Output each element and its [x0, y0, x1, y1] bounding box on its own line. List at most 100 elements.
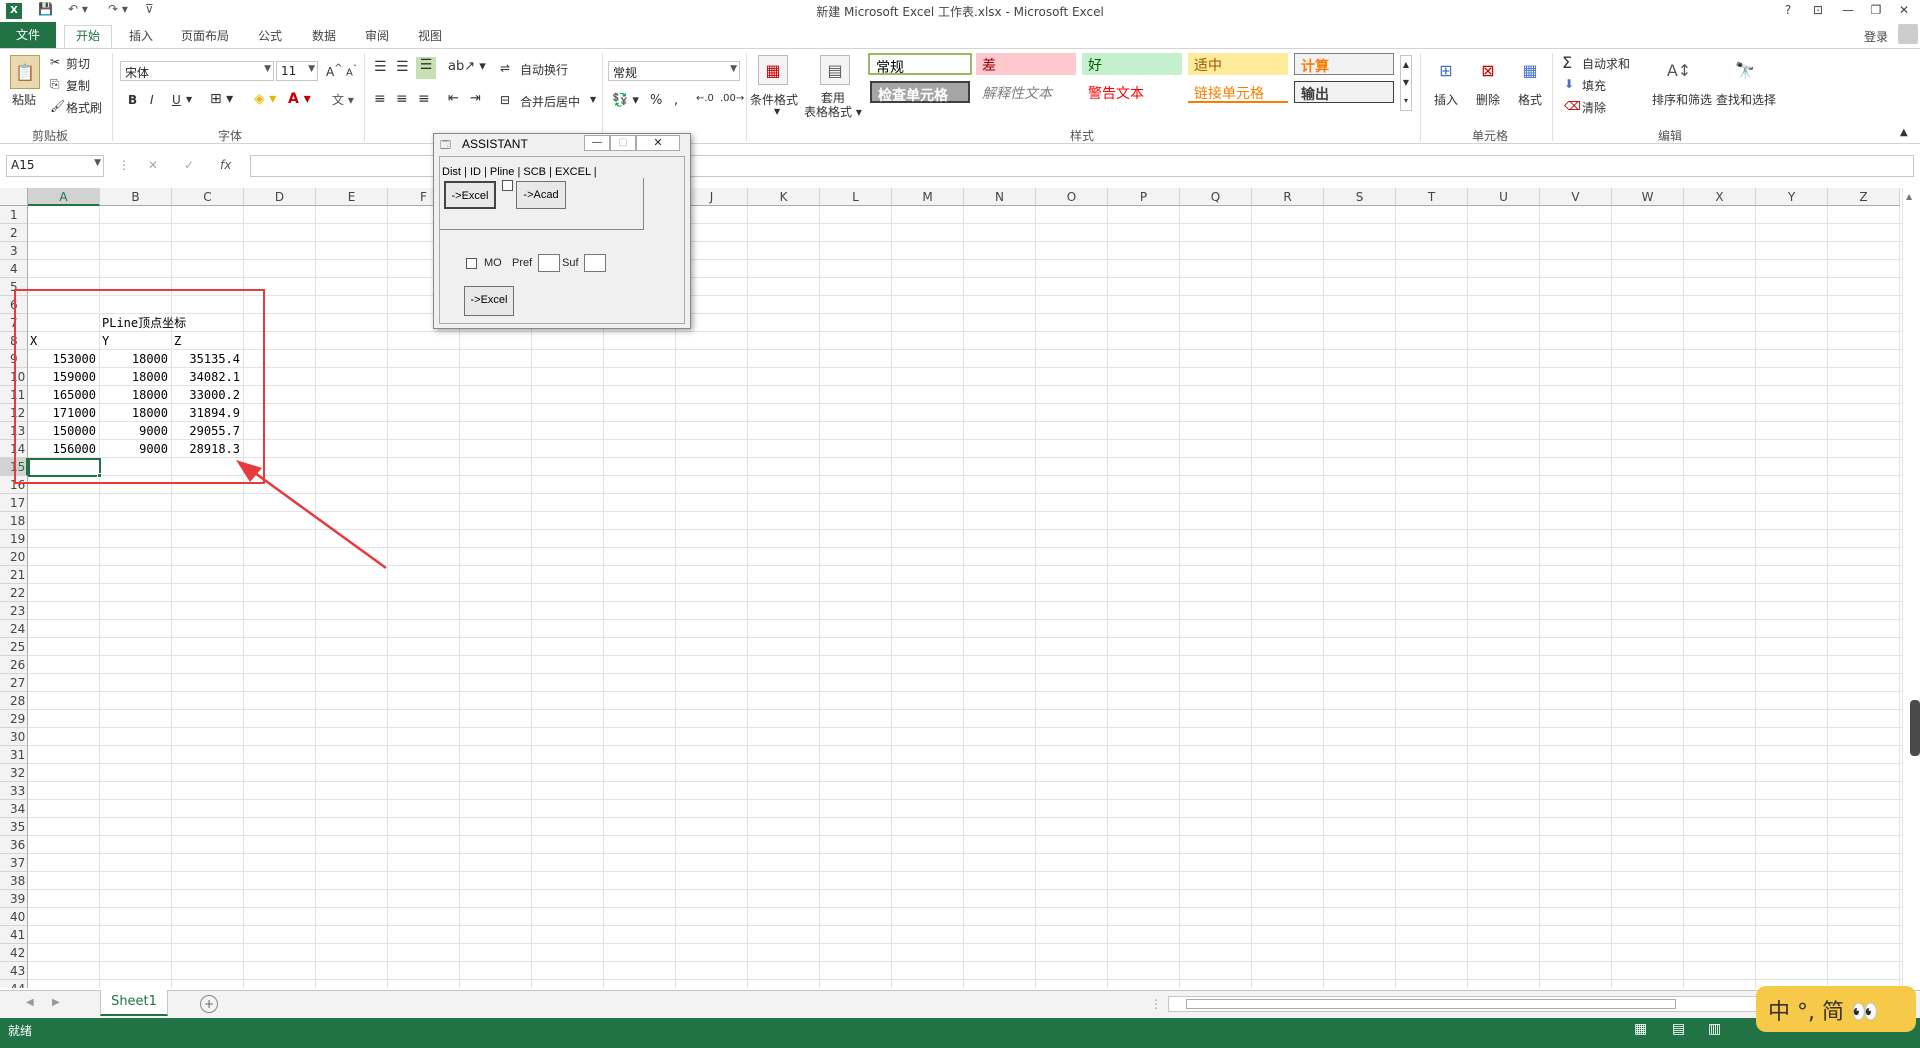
increase-decimal-icon[interactable]: ←.0 [696, 93, 714, 104]
styles-scroll-icon[interactable]: ▲ ▼ ▾ [1400, 55, 1412, 111]
tab-sheet1[interactable]: Sheet1 [100, 990, 168, 1016]
column-header[interactable]: V [1540, 188, 1612, 206]
align-bottom-icon[interactable]: ☰ [416, 57, 436, 79]
row-header[interactable]: 26 [0, 656, 28, 674]
enter-icon[interactable]: ✓ [184, 158, 194, 172]
column-header[interactable]: M [892, 188, 964, 206]
row-header[interactable]: 42 [0, 944, 28, 962]
autosum-icon[interactable]: Σ [1562, 53, 1572, 72]
row-header[interactable]: 43 [0, 962, 28, 980]
restore-button[interactable]: ❐ [1862, 0, 1890, 22]
column-header[interactable]: L [820, 188, 892, 206]
row-header[interactable]: 34 [0, 800, 28, 818]
row-header[interactable]: 3 [0, 242, 28, 260]
row-header[interactable]: 24 [0, 620, 28, 638]
column-header[interactable]: K [748, 188, 820, 206]
page-layout-view-icon[interactable]: ▤ [1672, 1021, 1685, 1037]
row-header[interactable]: 22 [0, 584, 28, 602]
dialog-maximize-button[interactable]: ▢ [610, 135, 636, 151]
format-painter-icon[interactable]: 🖌 [50, 99, 65, 113]
chevron-down-icon[interactable]: ▼ [774, 107, 780, 116]
format-as-table-icon[interactable]: ▤ [820, 55, 850, 85]
row-header[interactable]: 30 [0, 728, 28, 746]
column-header[interactable]: U [1468, 188, 1540, 206]
conditional-format-icon[interactable]: ▦ [758, 55, 788, 85]
column-header[interactable]: X [1684, 188, 1756, 206]
delete-cells-icon[interactable]: ⊠ [1474, 55, 1502, 85]
tab-view[interactable]: 视图 [408, 26, 452, 46]
scroll-up-icon[interactable]: ▲ [1906, 192, 1912, 201]
decrease-decimal-icon[interactable]: .00→ [720, 93, 744, 104]
vertical-scrollbar[interactable] [1902, 188, 1920, 988]
comma-button[interactable]: , [674, 93, 678, 108]
scissors-icon[interactable]: ✂ [50, 55, 60, 69]
dialog-close-button[interactable]: ✕ [636, 135, 680, 151]
underline-button[interactable]: U [172, 93, 181, 107]
tab-data[interactable]: 数据 [302, 26, 346, 46]
style-calculation[interactable]: 计算 [1294, 53, 1394, 75]
row-header[interactable]: 40 [0, 908, 28, 926]
row-header[interactable]: 39 [0, 890, 28, 908]
excel-to-excel-button[interactable]: ->Excel [464, 286, 514, 316]
style-output[interactable]: 输出 [1294, 81, 1394, 103]
find-select-button[interactable]: 查找和选择 [1716, 91, 1776, 108]
worksheet-grid[interactable]: ABCDEFGHIJKLMNOPQRSTUVWXYZ 1234567891011… [0, 188, 1920, 988]
merge-center-icon[interactable]: ⊟ [500, 93, 510, 107]
row-header[interactable]: 1 [0, 206, 28, 224]
add-sheet-icon[interactable]: + [200, 995, 218, 1013]
dialog-tab-id[interactable]: ID [470, 166, 481, 178]
align-right-icon[interactable]: ≡ [418, 91, 430, 107]
dialog-tab-excel[interactable]: EXCEL [555, 166, 591, 178]
row-header[interactable]: 37 [0, 854, 28, 872]
row-header[interactable]: 2 [0, 224, 28, 242]
column-header[interactable]: R [1252, 188, 1324, 206]
normal-view-icon[interactable]: ▦ [1634, 1021, 1647, 1037]
grow-font-icon[interactable]: A^ [326, 63, 343, 79]
style-check-cell[interactable]: 检查单元格 [870, 81, 970, 104]
column-header[interactable]: T [1396, 188, 1468, 206]
format-as-table-button[interactable]: 套用 表格格式 ▾ [804, 91, 862, 119]
conditional-format-button[interactable]: 条件格式 [750, 91, 798, 108]
align-top-icon[interactable]: ☰ [374, 59, 387, 75]
name-box[interactable]: A15 ▼ [6, 155, 104, 177]
style-bad[interactable]: 差 [976, 53, 1076, 75]
style-normal[interactable]: 常规 [868, 53, 972, 76]
orientation-icon[interactable]: ab↗ ▾ [448, 59, 486, 74]
sort-filter-icon[interactable]: A↕ [1664, 55, 1694, 85]
phonetic-icon[interactable]: 文 ▾ [332, 91, 354, 108]
row-header[interactable]: 36 [0, 836, 28, 854]
minimize-button[interactable]: — [1834, 0, 1862, 22]
mo-checkbox[interactable] [466, 258, 477, 269]
h-scroll-thumb[interactable] [1186, 999, 1676, 1009]
column-header[interactable]: P [1108, 188, 1180, 206]
column-header[interactable]: N [964, 188, 1036, 206]
sort-filter-button[interactable]: 排序和筛选 [1652, 91, 1712, 108]
dialog-tab-dist[interactable]: Dist [442, 166, 461, 178]
shrink-font-icon[interactable]: Aˇ [346, 63, 357, 78]
clear-button[interactable]: 清除 [1582, 99, 1606, 116]
tab-review[interactable]: 审阅 [354, 26, 400, 46]
row-header[interactable]: 27 [0, 674, 28, 692]
delete-cells-button[interactable]: 删除 [1476, 91, 1500, 108]
align-center-icon[interactable]: ≡ [396, 91, 408, 107]
decrease-indent-icon[interactable]: ⇤ [448, 91, 459, 106]
currency-icon[interactable]: 💱 ▾ [612, 93, 639, 108]
login-link[interactable]: 登录 [1864, 28, 1888, 45]
row-header[interactable]: 4 [0, 260, 28, 278]
paste-button[interactable]: 粘贴 [12, 91, 36, 108]
cancel-icon[interactable]: ✕ [148, 158, 158, 172]
italic-button[interactable]: I [150, 93, 154, 107]
row-header[interactable]: 21 [0, 566, 28, 584]
row-header[interactable]: 19 [0, 530, 28, 548]
select-all-corner[interactable] [0, 188, 28, 206]
number-format-select[interactable]: 常规 ▼ [608, 61, 740, 81]
column-header[interactable]: Q [1180, 188, 1252, 206]
ime-toolbar[interactable]: 中 °, 简 👀 [1756, 986, 1916, 1032]
style-warning[interactable]: 警告文本 [1082, 81, 1182, 103]
format-cells-icon[interactable]: ▦ [1516, 55, 1544, 85]
wrap-text-button[interactable]: 自动换行 [520, 61, 568, 78]
page-break-view-icon[interactable]: ▥ [1708, 1021, 1721, 1037]
dialog-tab-pline[interactable]: Pline [490, 166, 514, 178]
insert-function-button[interactable]: fx [220, 158, 231, 172]
next-sheet-icon[interactable]: ▶ [52, 997, 60, 1008]
